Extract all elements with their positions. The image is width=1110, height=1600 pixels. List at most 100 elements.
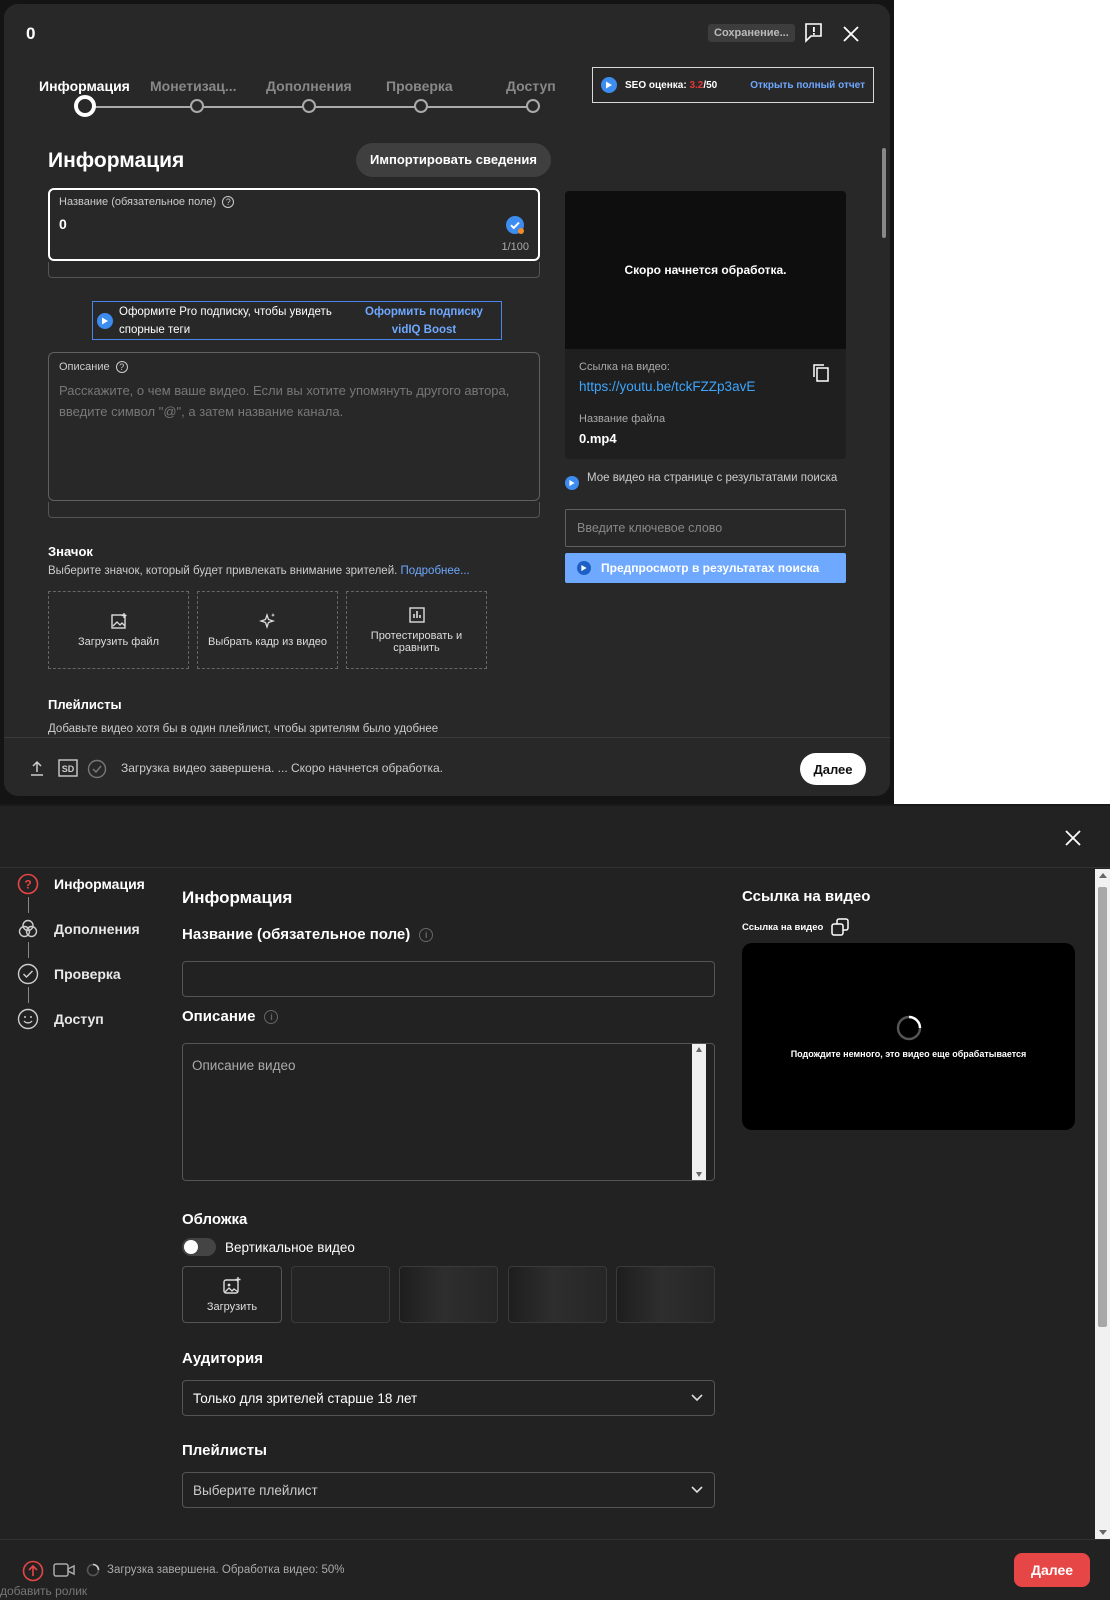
vk-nav-information[interactable]: ? Информация	[17, 873, 145, 895]
test-compare-button[interactable]: Протестировать и сравнить	[346, 591, 487, 669]
vk-nav-extras[interactable]: Дополнения	[17, 918, 140, 940]
sd-quality-badge[interactable]: SD	[58, 759, 78, 777]
vk-footer: Загрузка завершена. Обработка видео: 50%…	[0, 1539, 1110, 1600]
loading-spinner-icon	[86, 1563, 100, 1577]
step-dot-checks[interactable]	[414, 99, 428, 113]
feedback-icon	[805, 23, 822, 43]
feedback-button[interactable]	[802, 21, 826, 45]
help-icon[interactable]: ?	[115, 361, 128, 373]
vk-upload-cover-button[interactable]: Загрузить	[182, 1266, 282, 1323]
scrollbar-thumb[interactable]	[882, 148, 886, 238]
upload-status-button[interactable]	[30, 760, 44, 776]
vk-nav-checks[interactable]: Проверка	[17, 963, 121, 985]
step-dot-extras[interactable]	[302, 99, 316, 113]
description-extras-area	[48, 502, 540, 518]
image-upload-icon	[223, 1277, 241, 1294]
cover-option[interactable]	[399, 1266, 498, 1323]
next-button[interactable]: Далее	[800, 753, 866, 785]
vk-upload-status-button[interactable]	[22, 1560, 44, 1582]
title-field[interactable]: Название (обязательное поле) ? 0 1/100	[48, 188, 540, 261]
youtube-upload-dialog: 0 Сохранение... Информация Монетизац... …	[4, 4, 890, 796]
textarea-scrollbar[interactable]	[692, 1044, 706, 1180]
vk-processing-text: Подождите немного, это видео еще обрабат…	[790, 1049, 1027, 1059]
cover-option[interactable]	[616, 1266, 715, 1323]
smile-icon	[17, 1008, 39, 1030]
dialog-title: 0	[26, 24, 36, 43]
info-icon[interactable]: i	[419, 927, 434, 942]
title-value[interactable]: 0	[59, 216, 67, 232]
step-visibility[interactable]: Доступ	[506, 78, 556, 94]
close-icon	[1065, 830, 1081, 846]
seo-label: SEO оценка:	[625, 79, 687, 91]
auto-thumbnail-button[interactable]: Выбрать кадр из видео	[197, 591, 338, 669]
vk-nav-connector	[28, 942, 29, 958]
vk-section-title: Информация	[182, 888, 293, 907]
search-preview-button[interactable]: Предпросмотр в результатах поиска	[565, 553, 846, 583]
step-extras[interactable]: Дополнения	[266, 78, 352, 94]
behind-page-text: добавить ролик	[0, 1584, 88, 1598]
chevron-down-icon	[691, 1394, 703, 1402]
svg-text:?: ?	[24, 878, 31, 892]
copy-icon[interactable]	[830, 917, 850, 937]
open-full-report-link[interactable]: Открыть полный отчет	[750, 80, 865, 91]
vk-upload-dialog: ? Информация Дополнения Проверка Доступ …	[0, 806, 1110, 1600]
upload-icon	[31, 760, 43, 776]
keyword-input[interactable]	[565, 509, 846, 547]
vk-next-button[interactable]: Далее	[1014, 1553, 1090, 1587]
upload-thumbnail-button[interactable]: Загрузить файл	[48, 591, 189, 669]
step-dot-monetization[interactable]	[190, 99, 204, 113]
vk-title-input[interactable]	[182, 961, 715, 997]
video-preview-card: Скоро начнется обработка. Ссылка на виде…	[565, 191, 846, 459]
vk-close-button[interactable]	[1063, 828, 1083, 848]
check-circle-icon	[87, 759, 107, 779]
vertical-video-toggle[interactable]	[182, 1238, 216, 1256]
copy-link-button[interactable]	[812, 363, 830, 383]
vk-audience-select[interactable]: Только для зрителей старше 18 лет	[182, 1380, 715, 1416]
description-field[interactable]: Описание ? Расскажите, о чем ваше видео.…	[48, 352, 540, 501]
vidiq-icon	[565, 476, 579, 490]
vk-title-label: Название (обязательное поле) i	[182, 926, 434, 943]
checks-status-button[interactable]	[87, 759, 107, 779]
step-dot-visibility[interactable]	[526, 99, 540, 113]
vk-video-button[interactable]	[53, 1561, 75, 1579]
title-field-label: Название (обязательное поле) ?	[59, 196, 235, 208]
video-camera-icon	[53, 1563, 75, 1577]
vk-audience-label: Аудитория	[182, 1350, 263, 1367]
cover-option[interactable]	[508, 1266, 607, 1323]
vk-nav-access[interactable]: Доступ	[17, 1008, 104, 1030]
info-icon[interactable]: i	[264, 1009, 279, 1024]
vk-topbar	[0, 806, 1110, 868]
vk-scrollbar-thumb[interactable]	[1098, 887, 1107, 1327]
svg-text:SD: SD	[62, 764, 75, 774]
video-link[interactable]: https://youtu.be/tckFZZp3avE	[579, 379, 755, 394]
step-monetization[interactable]: Монетизац...	[150, 78, 237, 94]
video-link-label: Ссылка на видео:	[579, 361, 670, 373]
vk-video-player: Подождите немного, это видео еще обрабат…	[742, 943, 1075, 1130]
vk-nav-connector	[28, 897, 29, 913]
step-information[interactable]: Информация	[39, 78, 130, 94]
filename-value: 0.mp4	[579, 431, 617, 446]
cover-option[interactable]	[291, 1266, 390, 1323]
vk-nav-connector	[28, 987, 29, 1003]
help-icon[interactable]: ?	[222, 196, 235, 208]
title-char-counter: 1/100	[501, 241, 529, 253]
upload-status-text: Загрузка видео завершена. ... Скоро начн…	[121, 761, 443, 775]
step-dot-information[interactable]	[74, 95, 96, 117]
description-placeholder: Расскажите, о чем ваше видео. Если вы хо…	[59, 383, 510, 419]
vk-scrollbar[interactable]	[1095, 869, 1110, 1539]
info-warning-icon: ?	[17, 873, 39, 895]
description-label: Описание ?	[59, 361, 128, 373]
vidiq-icon	[97, 312, 113, 329]
vk-description-input[interactable]: Описание видео	[182, 1043, 715, 1181]
playlists-title: Плейлисты	[48, 697, 122, 712]
subscribe-vidiq-boost-link[interactable]: Оформить подписку vidIQ Boost	[359, 303, 489, 339]
upload-circle-icon	[22, 1560, 44, 1582]
learn-more-link[interactable]: Подробнее...	[401, 565, 470, 577]
bar-chart-icon	[408, 607, 425, 623]
import-details-button[interactable]: Импортировать сведения	[356, 143, 551, 177]
filename-label: Название файла	[579, 413, 666, 425]
close-button[interactable]	[840, 23, 862, 45]
vk-playlist-select[interactable]: Выберите плейлист	[182, 1472, 715, 1508]
vidiq-icon	[577, 561, 591, 575]
step-checks[interactable]: Проверка	[386, 78, 453, 94]
